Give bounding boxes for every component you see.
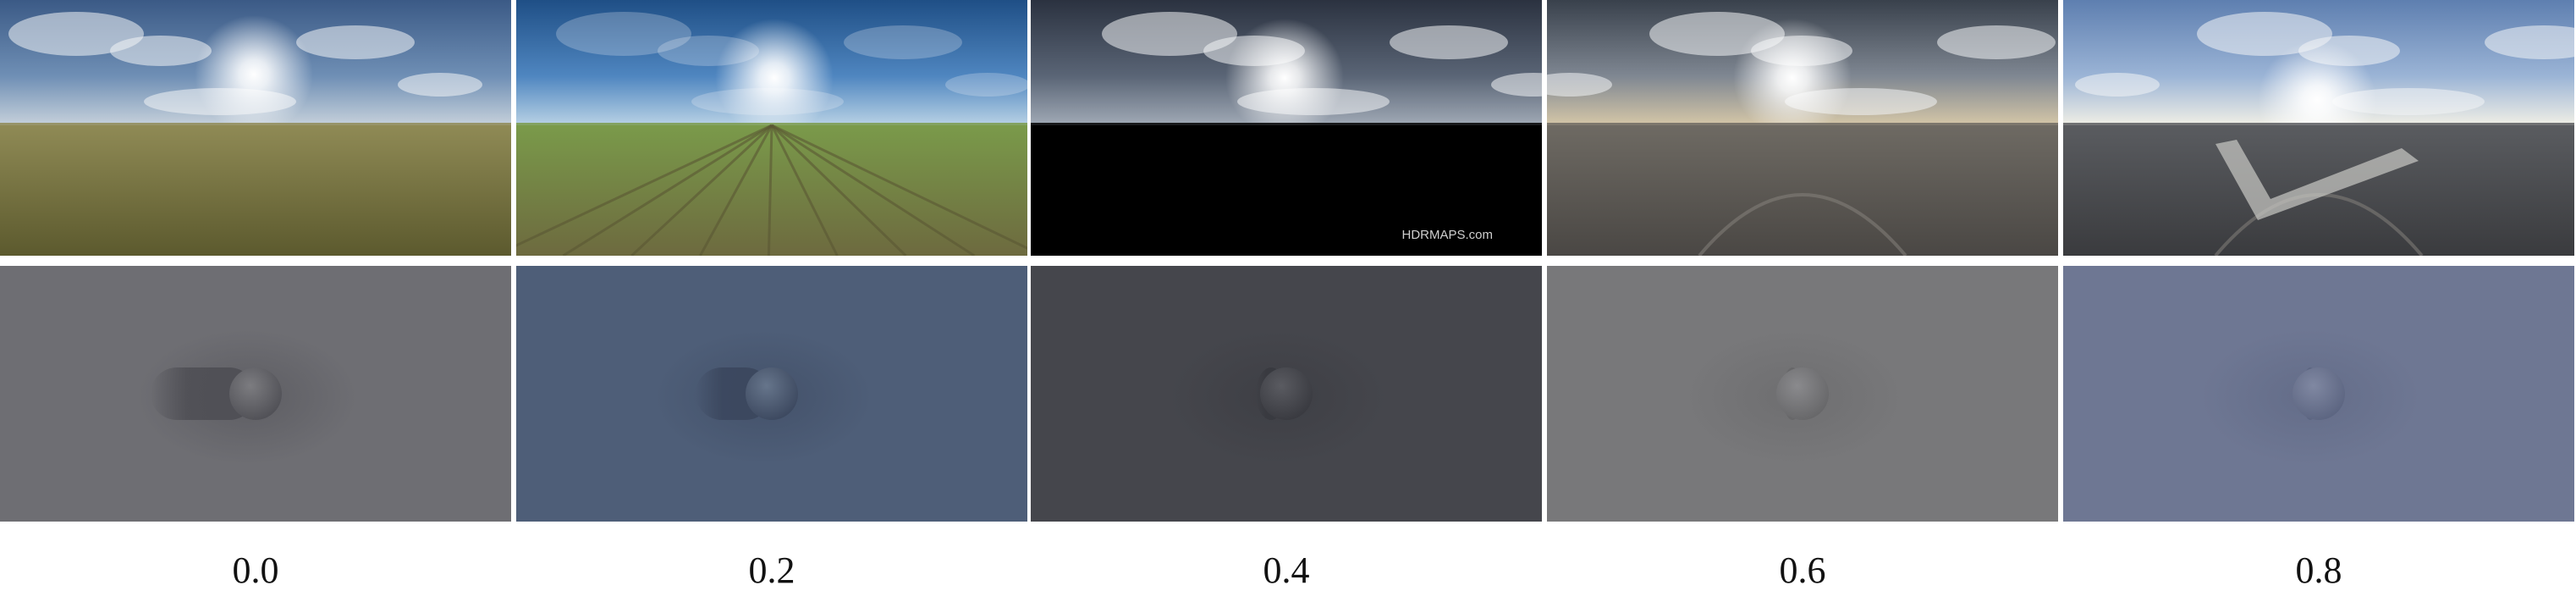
- sun: [195, 15, 313, 134]
- sphere-render: [0, 266, 511, 522]
- sphere: [746, 367, 798, 420]
- cloud: [2075, 73, 2160, 97]
- sphere: [2293, 367, 2345, 420]
- environment-map: [1547, 0, 2058, 256]
- column-4: 0.8: [2063, 0, 2574, 591]
- sphere-render-panel: [1031, 266, 1542, 522]
- environment-map-panel: [1547, 0, 2058, 256]
- column-3: 0.6: [1547, 0, 2058, 591]
- cloud: [844, 25, 962, 59]
- environment-map: [516, 0, 1027, 256]
- sphere-render-panel: [516, 266, 1027, 522]
- sun: [1733, 19, 1852, 137]
- sphere: [229, 367, 282, 420]
- horizon-line: [0, 123, 511, 127]
- environment-map: [0, 0, 511, 256]
- column-label: 0.8: [2295, 550, 2342, 591]
- horizon-line: [1547, 123, 2058, 127]
- column-label: 0.0: [232, 550, 279, 591]
- ground: [0, 125, 511, 256]
- column-label: 0.4: [1263, 550, 1310, 591]
- sphere-render: [516, 266, 1027, 522]
- sphere-render: [2063, 266, 2574, 522]
- column-2: HDRMAPS.com 0.4: [1031, 0, 1542, 591]
- environment-map: HDRMAPS.com: [1031, 0, 1542, 256]
- watermark: HDRMAPS.com: [1401, 228, 1493, 242]
- cloud: [398, 73, 482, 97]
- cloud: [1937, 25, 2056, 59]
- sphere-render-panel: [0, 266, 511, 522]
- sphere-render: [1031, 266, 1542, 522]
- ground: [1547, 125, 2058, 256]
- environment-map: [2063, 0, 2574, 256]
- comparison-figure: 0.0 0.2 HDRMAPS.com 0.4 0.6 0.8: [0, 0, 2576, 591]
- environment-map-panel: [2063, 0, 2574, 256]
- sphere: [1260, 367, 1313, 420]
- cloud: [296, 25, 415, 59]
- cloud: [945, 73, 1027, 97]
- sun: [1225, 19, 1344, 137]
- sphere-render-panel: [2063, 266, 2574, 522]
- sphere: [1776, 367, 1829, 420]
- sun: [715, 19, 834, 137]
- sphere-render-panel: [1547, 266, 2058, 522]
- column-1: 0.2: [516, 0, 1027, 591]
- column-0: 0.0: [0, 0, 511, 591]
- column-label: 0.2: [748, 550, 795, 591]
- cloud: [1390, 25, 1508, 59]
- environment-map-panel: [516, 0, 1027, 256]
- environment-map-panel: [0, 0, 511, 256]
- column-label: 0.6: [1779, 550, 1826, 591]
- environment-map-panel: HDRMAPS.com: [1031, 0, 1542, 256]
- horizon-line: [1031, 123, 1542, 127]
- sphere-render: [1547, 266, 2058, 522]
- horizon-line: [2063, 123, 2574, 127]
